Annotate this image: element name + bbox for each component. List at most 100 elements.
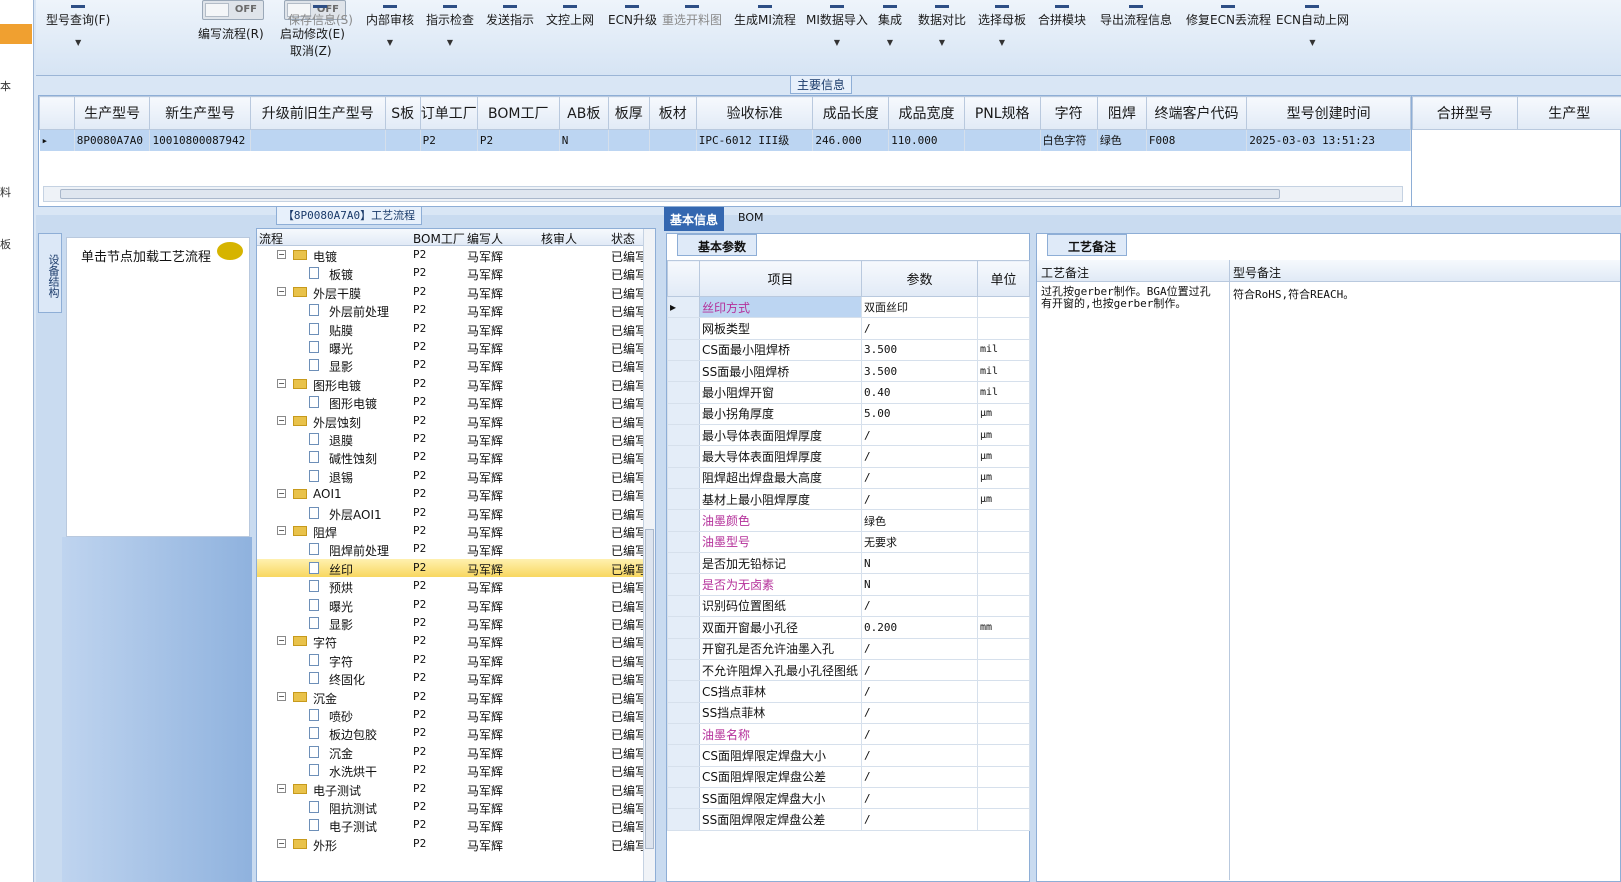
tree-row[interactable]: 显影 P2 马军辉 已编写 xyxy=(257,356,647,374)
param-row[interactable]: ▸ 丝印方式 双面丝印 xyxy=(667,295,1030,319)
tree-column-header[interactable]: BOM工厂 xyxy=(413,230,465,247)
param-value-cell[interactable]: / xyxy=(861,424,978,447)
collapse-icon[interactable]: − xyxy=(277,838,286,848)
param-column-header[interactable]: 单位 xyxy=(977,260,1030,297)
tree-row[interactable]: 外层前处理 P2 马军辉 已编写 xyxy=(257,301,647,319)
sidebar-char[interactable]: 本 xyxy=(0,78,11,94)
column-header[interactable]: 板厚 xyxy=(607,96,650,130)
tree-scrollbar-thumb[interactable] xyxy=(645,529,654,849)
horizontal-scrollbar[interactable] xyxy=(43,186,1403,202)
tab-bom[interactable]: BOM xyxy=(732,207,770,231)
column-header[interactable]: 验收标准 xyxy=(695,96,814,130)
param-value-cell[interactable]: 5.00 xyxy=(861,402,978,426)
param-row[interactable]: 最小导体表面阻焊厚度 / μm xyxy=(667,424,1030,447)
table-cell[interactable]: 8P0080A7A0 xyxy=(74,129,151,151)
param-row[interactable]: 网板类型 / xyxy=(667,317,1030,340)
toolbar-button[interactable]: 重选开料图 xyxy=(662,0,722,28)
toolbar-label-2[interactable]: 取消(Z) xyxy=(290,42,332,59)
column-header[interactable]: 生产型 xyxy=(1516,96,1621,130)
param-column-header[interactable]: 参数 xyxy=(861,260,978,297)
model-note-text[interactable]: 符合RoHS,符合REACH。 xyxy=(1233,286,1613,302)
tree-row[interactable]: − 电镀 P2 马军辉 已编写 xyxy=(257,246,647,264)
collapse-icon[interactable]: − xyxy=(277,489,286,499)
table-cell[interactable]: 绿色 xyxy=(1097,129,1147,151)
column-header[interactable]: 升级前旧生产型号 xyxy=(249,96,386,130)
toolbar-button[interactable]: 文控上网 xyxy=(546,0,594,28)
table-cell[interactable] xyxy=(649,129,697,151)
tree-column-header[interactable]: 编写人 xyxy=(467,230,503,247)
toolbar-button[interactable]: 发送指示 xyxy=(486,0,534,28)
toolbar-button[interactable]: 内部审核 ▼ xyxy=(366,0,414,47)
dropdown-arrow-icon[interactable]: ▼ xyxy=(978,38,1026,47)
tree-row[interactable]: 曝光 P2 马军辉 已编写 xyxy=(257,596,647,614)
param-value-cell[interactable]: 无要求 xyxy=(861,530,978,554)
table-cell[interactable]: 10010800087942 xyxy=(149,129,251,151)
param-value-cell[interactable]: / xyxy=(861,808,978,831)
tree-row[interactable]: 字符 P2 马军辉 已编写 xyxy=(257,651,647,669)
toolbar-button[interactable]: 导出流程信息 xyxy=(1100,0,1172,28)
column-header[interactable]: AB板 xyxy=(558,96,609,130)
dropdown-arrow-icon[interactable]: ▼ xyxy=(426,38,474,47)
tree-row[interactable]: 阻抗测试 P2 马军辉 已编写 xyxy=(257,798,647,816)
tree-row[interactable]: 板镀 P2 马军辉 已编写 xyxy=(257,264,647,282)
toolbar-button[interactable]: 数据对比 ▼ xyxy=(918,0,966,47)
tree-row[interactable]: − 外层干膜 P2 马军辉 已编写 xyxy=(257,283,647,301)
param-row[interactable]: CS面最小阻焊桥 3.500 mil xyxy=(667,338,1030,362)
dropdown-arrow-icon[interactable]: ▼ xyxy=(366,38,414,47)
tree-row[interactable]: − 沉金 P2 马军辉 已编写 xyxy=(257,688,647,706)
column-header[interactable]: 阻焊 xyxy=(1096,96,1147,130)
param-value-cell[interactable]: / xyxy=(861,488,978,511)
tree-column-header[interactable]: 状态 xyxy=(611,230,635,247)
table-cell[interactable]: 白色字符 xyxy=(1040,129,1098,151)
dropdown-arrow-icon[interactable]: ▼ xyxy=(1276,38,1349,47)
toolbar-button[interactable]: 型号查询(F) ▼ xyxy=(46,0,110,47)
tree-row[interactable]: 显影 P2 马军辉 已编写 xyxy=(257,614,647,632)
sidebar-char[interactable]: 板 xyxy=(0,236,11,252)
toolbar-button[interactable]: MI数据导入 ▼ xyxy=(806,0,868,47)
param-value-cell[interactable]: / xyxy=(861,637,978,660)
param-row[interactable]: 最小拐角厚度 5.00 μm xyxy=(667,402,1030,426)
toolbar-button[interactable]: 指示检查 ▼ xyxy=(426,0,474,47)
toolbar-button[interactable]: ECN自动上网 ▼ xyxy=(1276,0,1349,47)
tree-row[interactable]: 阻焊前处理 P2 马军辉 已编写 xyxy=(257,540,647,558)
sidebar-selected-item[interactable] xyxy=(0,24,32,44)
param-row[interactable]: 开窗孔是否允许油墨入孔 / xyxy=(667,637,1030,660)
param-row[interactable]: SS面阻焊限定焊盘公差 / xyxy=(667,808,1030,831)
tree-row[interactable]: 曝光 P2 马军辉 已编写 xyxy=(257,338,647,356)
collapse-icon[interactable]: − xyxy=(277,286,286,296)
param-row[interactable]: SS挡点菲林 / xyxy=(667,701,1030,724)
table-cell[interactable]: 110.000 xyxy=(888,129,965,151)
column-header[interactable]: 型号创建时间 xyxy=(1246,96,1411,130)
param-value-cell[interactable]: / xyxy=(861,466,978,490)
collapse-icon[interactable]: − xyxy=(277,250,286,259)
tree-row[interactable]: 终固化 P2 马军辉 已编写 xyxy=(257,669,647,687)
tree-row[interactable]: − 图形电镀 P2 马军辉 已编写 xyxy=(257,375,647,393)
column-header[interactable]: 订单工厂 xyxy=(419,96,478,130)
column-header[interactable]: BOM工厂 xyxy=(476,96,560,130)
table-cell[interactable]: 246.000 xyxy=(812,129,890,151)
process-note-text[interactable]: 过孔按gerber制作。BGA位置过孔有开窗的,也按gerber制作。 xyxy=(1041,286,1217,310)
tree-column-header[interactable]: 流程 xyxy=(259,230,283,247)
sidebar-char[interactable]: 料 xyxy=(0,184,11,200)
param-row[interactable]: 最小阻焊开窗 0.40 mil xyxy=(667,381,1030,404)
param-value-cell[interactable]: 绿色 xyxy=(861,509,978,532)
collapse-icon[interactable]: − xyxy=(277,691,286,701)
column-header[interactable]: PNL规格 xyxy=(963,96,1041,130)
column-header[interactable]: 成品长度 xyxy=(812,96,890,130)
param-row[interactable]: CS面阻焊限定焊盘公差 / xyxy=(667,765,1030,788)
param-row[interactable]: CS挡点菲林 / xyxy=(667,680,1030,703)
param-row[interactable]: 油墨型号 无要求 xyxy=(667,530,1030,554)
collapse-icon[interactable]: − xyxy=(277,378,286,388)
toolbar-button[interactable]: 保存信息(S) xyxy=(288,0,353,28)
table-row[interactable]: ▸ 8P0080A7A0 10010800087942 P2 P2 N IPC-6012 I… xyxy=(39,129,1411,151)
tree-row[interactable]: 丝印 P2 马军辉 已编写 xyxy=(257,558,647,577)
collapse-icon[interactable]: − xyxy=(277,783,286,793)
subtab-basic-params[interactable]: 基本参数 xyxy=(677,234,758,256)
toolbar-label[interactable]: 编写流程(R) xyxy=(198,25,264,42)
toolbar-button[interactable]: 生成MI流程 xyxy=(734,0,796,28)
param-value-cell[interactable]: / xyxy=(861,317,978,340)
tree-row[interactable]: − 阻焊 P2 马军辉 已编写 xyxy=(257,522,647,540)
equipment-structure-tab[interactable]: 设备结构 xyxy=(38,233,62,313)
tree-column-header[interactable]: 核审人 xyxy=(541,230,577,247)
param-row[interactable]: SS面阻焊限定焊盘大小 / xyxy=(667,786,1030,810)
